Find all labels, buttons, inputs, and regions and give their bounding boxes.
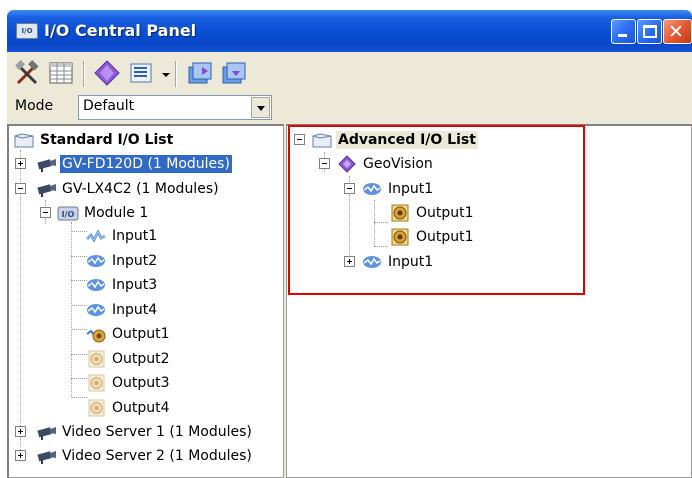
- tree-item-input[interactable]: Input4: [85, 299, 159, 321]
- mode-selected-value: Default: [83, 98, 135, 114]
- collapse-gv-lx4c2-button[interactable]: [15, 183, 26, 194]
- tree-item-output[interactable]: Output1: [85, 323, 172, 345]
- tree-item-input[interactable]: Input3: [85, 274, 159, 296]
- grid-table-icon[interactable]: [47, 59, 75, 87]
- input-pulse-icon: [87, 279, 105, 291]
- io-list-root-icon: [14, 133, 34, 148]
- standard-io-list-label: Standard I/O List: [40, 132, 174, 148]
- input-pulse-icon: [87, 255, 105, 267]
- port-label: Input2: [112, 253, 158, 269]
- toolbar-separator: [83, 61, 85, 87]
- output-active-icon: [86, 329, 106, 343]
- mode-row: Mode Default: [7, 95, 692, 123]
- list-view-icon[interactable]: [127, 59, 155, 87]
- tree-root-standard[interactable]: Standard I/O List: [13, 129, 175, 151]
- geovision-diamond-icon[interactable]: [93, 59, 121, 87]
- standard-io-tree[interactable]: Standard I/O List GV-FD120D (1 Modules) …: [7, 124, 284, 478]
- port-label: Output4: [112, 400, 170, 416]
- minimize-button[interactable]: [611, 19, 636, 44]
- toolbar-separator: [175, 61, 177, 87]
- minimize-icon: [618, 34, 627, 37]
- io-module-icon: I/O: [57, 206, 79, 221]
- tree-item-device[interactable]: GV-LX4C2 (1 Modules): [35, 178, 221, 200]
- tree-item-device[interactable]: Video Server 2 (1 Modules): [35, 445, 254, 467]
- output-inactive-icon: [88, 399, 105, 417]
- tree-line: [20, 150, 21, 450]
- tree-item-device[interactable]: GV-FD120D (1 Modules): [35, 153, 232, 175]
- port-label: Input3: [112, 277, 158, 293]
- window-title: I/O Central Panel: [44, 21, 197, 40]
- camera-device-icon: [37, 184, 56, 197]
- input-pulse-icon: [87, 304, 105, 316]
- maximize-button[interactable]: [637, 19, 662, 44]
- io-central-panel-window: I/O I/O Central Panel ✕ Mode Default Sta…: [7, 10, 692, 478]
- dropdown-arrow-icon[interactable]: [162, 73, 170, 77]
- port-label: Input1: [112, 228, 158, 244]
- expand-video-server-1-button[interactable]: [15, 426, 26, 437]
- expand-video-server-2-button[interactable]: [15, 450, 26, 461]
- tree-item-input[interactable]: Input2: [85, 250, 159, 272]
- app-io-icon: I/O: [16, 23, 38, 39]
- title-bar[interactable]: I/O I/O Central Panel ✕: [7, 10, 692, 52]
- module-label: Module 1: [84, 205, 149, 221]
- camera-device-icon: [37, 451, 56, 464]
- camera-device-icon: [37, 427, 56, 440]
- tree-item-output[interactable]: Output2: [85, 348, 172, 370]
- port-label: Input4: [112, 302, 158, 318]
- module-icon-text: I/O: [62, 210, 75, 219]
- maximize-icon: [643, 25, 657, 38]
- port-label: Output1: [112, 326, 170, 342]
- output-inactive-icon: [88, 374, 105, 392]
- import-io-icon[interactable]: [219, 59, 247, 87]
- device-label: GV-LX4C2 (1 Modules): [62, 181, 219, 197]
- tree-item-output[interactable]: Output4: [85, 397, 172, 419]
- device-label: Video Server 2 (1 Modules): [62, 448, 252, 464]
- input-pulse-icon: [86, 229, 106, 243]
- device-label: GV-FD120D (1 Modules): [60, 155, 232, 173]
- output-inactive-icon: [88, 350, 105, 368]
- export-io-icon[interactable]: [185, 59, 213, 87]
- tree-item-input[interactable]: Input1: [85, 225, 159, 247]
- tree-item-device[interactable]: Video Server 1 (1 Modules): [35, 421, 254, 443]
- mode-dropdown-button[interactable]: [251, 97, 270, 118]
- expand-gv-fd120d-button[interactable]: [15, 158, 26, 169]
- close-button[interactable]: ✕: [663, 19, 692, 44]
- tree-item-module[interactable]: I/O Module 1: [57, 202, 150, 224]
- port-label: Output2: [112, 351, 170, 367]
- mode-label: Mode: [15, 98, 54, 114]
- settings-tools-icon[interactable]: [13, 59, 41, 87]
- close-icon: ✕: [668, 21, 684, 43]
- device-label: Video Server 1 (1 Modules): [62, 424, 252, 440]
- camera-device-icon: [37, 159, 56, 172]
- toolbar: [7, 52, 692, 94]
- port-label: Output3: [112, 375, 170, 391]
- tree-line: [71, 222, 72, 398]
- mode-select[interactable]: Default: [78, 95, 272, 120]
- tree-item-output[interactable]: Output3: [85, 372, 172, 394]
- collapse-module-button[interactable]: [40, 207, 51, 218]
- highlight-annotation-box: [288, 125, 585, 295]
